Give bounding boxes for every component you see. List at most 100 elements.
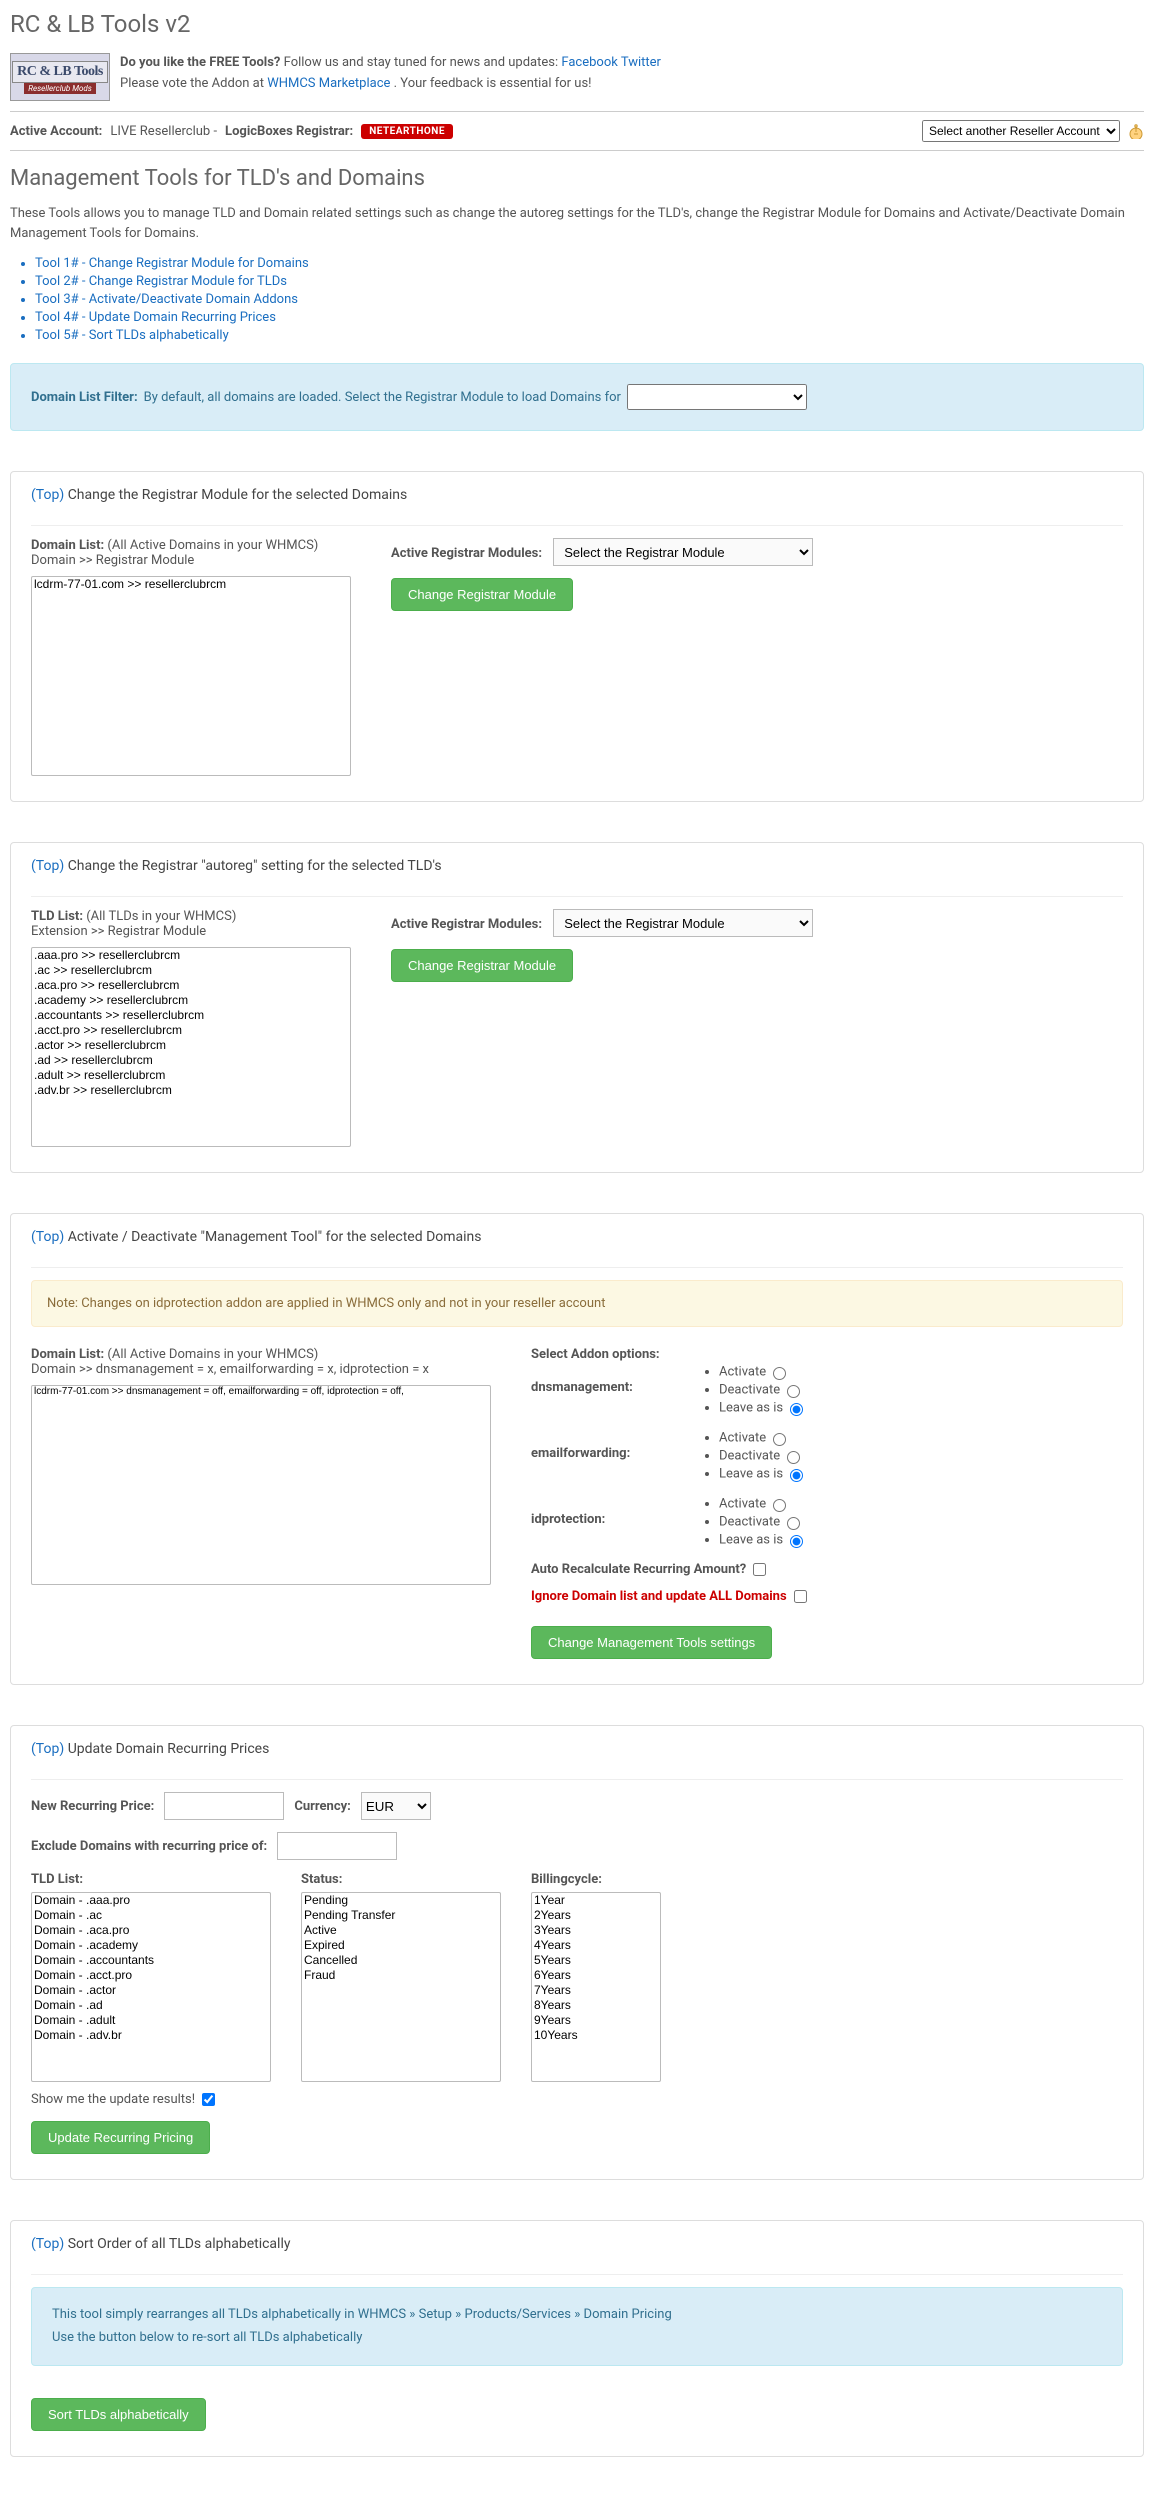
header-line2-suffix: . Your feedback is essential for us! <box>394 76 592 91</box>
section-title: Management Tools for TLD's and Domains <box>10 166 1144 191</box>
emailforwarding-label: emailforwarding: <box>531 1428 701 1461</box>
top-link[interactable]: (Top) <box>31 858 64 874</box>
filter-text: By default, all domains are loaded. Sele… <box>144 390 621 405</box>
tool3-domain-select[interactable]: lcdrm-77-01.com >> dnsmanagement = off, … <box>31 1385 491 1585</box>
header-text: Do you like the FREE Tools? Follow us an… <box>120 53 661 95</box>
tool2-change-button[interactable]: Change Registrar Module <box>391 949 573 982</box>
show-results-checkbox[interactable] <box>202 2093 215 2106</box>
tool1-domain-select[interactable]: lcdrm-77-01.com >> resellerclubrcm <box>31 576 351 776</box>
tool-link-3[interactable]: Tool 3# - Activate/Deactivate Domain Add… <box>35 292 298 307</box>
email-leave-label: Leave as is <box>719 1466 783 1481</box>
auto-recalc-checkbox[interactable] <box>753 1563 766 1576</box>
tool4-heading: Update Domain Recurring Prices <box>68 1741 270 1757</box>
tool2-tld-list-label: TLD List: <box>31 909 83 924</box>
tool4-panel: (Top) Update Domain Recurring Prices New… <box>10 1725 1144 2180</box>
tool3-note: Note: Changes on idprotection addon are … <box>31 1280 1123 1327</box>
email-deactivate-radio[interactable] <box>787 1451 800 1464</box>
tool3-change-button[interactable]: Change Management Tools settings <box>531 1626 772 1659</box>
status-select[interactable]: Pending Pending Transfer Active Expired … <box>301 1892 501 2082</box>
show-results-label: Show me the update results! <box>31 2092 195 2107</box>
id-leave-radio[interactable] <box>790 1535 803 1548</box>
logo-sub: Resellerclub Mods <box>24 83 96 94</box>
email-deactivate-label: Deactivate <box>719 1448 780 1463</box>
tool-link-5[interactable]: Tool 5# - Sort TLDs alphabetically <box>35 328 229 343</box>
idprotection-label: idprotection: <box>531 1494 701 1527</box>
exclude-input[interactable] <box>277 1832 397 1860</box>
top-link[interactable]: (Top) <box>31 1229 64 1245</box>
tool1-change-button[interactable]: Change Registrar Module <box>391 578 573 611</box>
tool1-reg-label: Active Registrar Modules: <box>391 546 542 561</box>
active-account-value: LIVE Resellerclub - <box>110 124 217 139</box>
tool1-domain-list-label: Domain List: <box>31 538 104 553</box>
facebook-link[interactable]: Facebook <box>561 55 617 70</box>
dns-activate-radio[interactable] <box>773 1367 786 1380</box>
tool-link-2[interactable]: Tool 2# - Change Registrar Module for TL… <box>35 274 287 289</box>
new-price-input[interactable] <box>164 1792 284 1820</box>
header-line2-prefix: Please vote the Addon at <box>120 76 267 91</box>
tool4-tld-select[interactable]: Domain - .aaa.pro Domain - .ac Domain - … <box>31 1892 271 2082</box>
ignore-all-checkbox[interactable] <box>794 1590 807 1603</box>
billing-select[interactable]: 1Year 2Years 3Years 4Years 5Years 6Years… <box>531 1892 661 2082</box>
tool-link-1[interactable]: Tool 1# - Change Registrar Module for Do… <box>35 256 309 271</box>
email-leave-radio[interactable] <box>790 1469 803 1482</box>
new-price-label: New Recurring Price: <box>31 1799 154 1814</box>
tool-link-4[interactable]: Tool 4# - Update Domain Recurring Prices <box>35 310 276 325</box>
tool3-domain-list-hint: (All Active Domains in your WHMCS) <box>107 1347 318 1362</box>
tool2-heading: Change the Registrar "autoreg" setting f… <box>68 858 442 874</box>
logo: RC & LB Tools Resellerclub Mods <box>10 53 110 101</box>
currency-select[interactable]: EUR <box>361 1792 431 1820</box>
email-activate-label: Activate <box>719 1430 766 1445</box>
logo-main: RC & LB Tools <box>12 61 108 83</box>
tool1-domain-list-hint: (All Active Domains in your WHMCS) <box>107 538 318 553</box>
help-icon[interactable] <box>1128 123 1144 139</box>
tool3-heading: Activate / Deactivate "Management Tool" … <box>68 1229 482 1245</box>
tool3-domain-list-label: Domain List: <box>31 1347 104 1362</box>
tool5-panel: (Top) Sort Order of all TLDs alphabetica… <box>10 2220 1144 2457</box>
ignore-all-label: Ignore Domain list and update ALL Domain… <box>531 1589 787 1604</box>
tool1-panel: (Top) Change the Registrar Module for th… <box>10 471 1144 802</box>
tool4-update-button[interactable]: Update Recurring Pricing <box>31 2121 210 2154</box>
auto-recalc-label: Auto Recalculate Recurring Amount? <box>531 1562 746 1577</box>
id-deactivate-label: Deactivate <box>719 1514 780 1529</box>
dns-leave-label: Leave as is <box>719 1400 783 1415</box>
tool3-domain-list-sub: Domain >> dnsmanagement = x, emailforwar… <box>31 1362 491 1377</box>
registrar-badge: NETEARTHONE <box>361 124 453 139</box>
page-title: RC & LB Tools v2 <box>10 10 1144 38</box>
top-link[interactable]: (Top) <box>31 487 64 503</box>
id-activate-radio[interactable] <box>773 1499 786 1512</box>
tool2-tld-list-sub: Extension >> Registrar Module <box>31 924 351 939</box>
tool2-reg-select[interactable]: Select the Registrar Module <box>553 909 813 937</box>
header-line1-text: Follow us and stay tuned for news and up… <box>284 55 562 70</box>
id-activate-label: Activate <box>719 1496 766 1511</box>
tool5-sort-button[interactable]: Sort TLDs alphabetically <box>31 2398 206 2431</box>
tool3-select-addon-label: Select Addon options: <box>531 1347 660 1362</box>
tool1-reg-select[interactable]: Select the Registrar Module <box>553 538 813 566</box>
tool2-tld-select[interactable]: .aaa.pro >> resellerclubrcm .ac >> resel… <box>31 947 351 1147</box>
intro-text: These Tools allows you to manage TLD and… <box>10 204 1144 243</box>
tool2-reg-label: Active Registrar Modules: <box>391 917 542 932</box>
dns-deactivate-label: Deactivate <box>719 1382 780 1397</box>
dns-deactivate-radio[interactable] <box>787 1385 800 1398</box>
email-activate-radio[interactable] <box>773 1433 786 1446</box>
dns-activate-label: Activate <box>719 1364 766 1379</box>
id-leave-label: Leave as is <box>719 1532 783 1547</box>
marketplace-link[interactable]: WHMCS Marketplace <box>267 76 390 91</box>
twitter-link[interactable]: Twitter <box>621 55 661 70</box>
id-deactivate-radio[interactable] <box>787 1517 800 1530</box>
registrar-label: LogicBoxes Registrar: <box>225 124 353 139</box>
top-link[interactable]: (Top) <box>31 2236 64 2252</box>
tool3-panel: (Top) Activate / Deactivate "Management … <box>10 1213 1144 1685</box>
status-label: Status: <box>301 1872 501 1887</box>
exclude-label: Exclude Domains with recurring price of: <box>31 1839 267 1854</box>
tool1-heading: Change the Registrar Module for the sele… <box>68 487 408 503</box>
dns-leave-radio[interactable] <box>790 1403 803 1416</box>
top-link[interactable]: (Top) <box>31 1741 64 1757</box>
tool5-heading: Sort Order of all TLDs alphabetically <box>68 2236 291 2252</box>
tool5-info-line1: This tool simply rearranges all TLDs alp… <box>52 2303 1102 2326</box>
header-line1-prefix: Do you like the FREE Tools? <box>120 55 280 70</box>
tool1-domain-list-sub: Domain >> Registrar Module <box>31 553 351 568</box>
tool4-tld-label: TLD List: <box>31 1872 271 1887</box>
dnsmanagement-label: dnsmanagement: <box>531 1362 701 1395</box>
reseller-account-select[interactable]: Select another Reseller Account <box>922 120 1120 142</box>
filter-select[interactable] <box>627 384 807 410</box>
